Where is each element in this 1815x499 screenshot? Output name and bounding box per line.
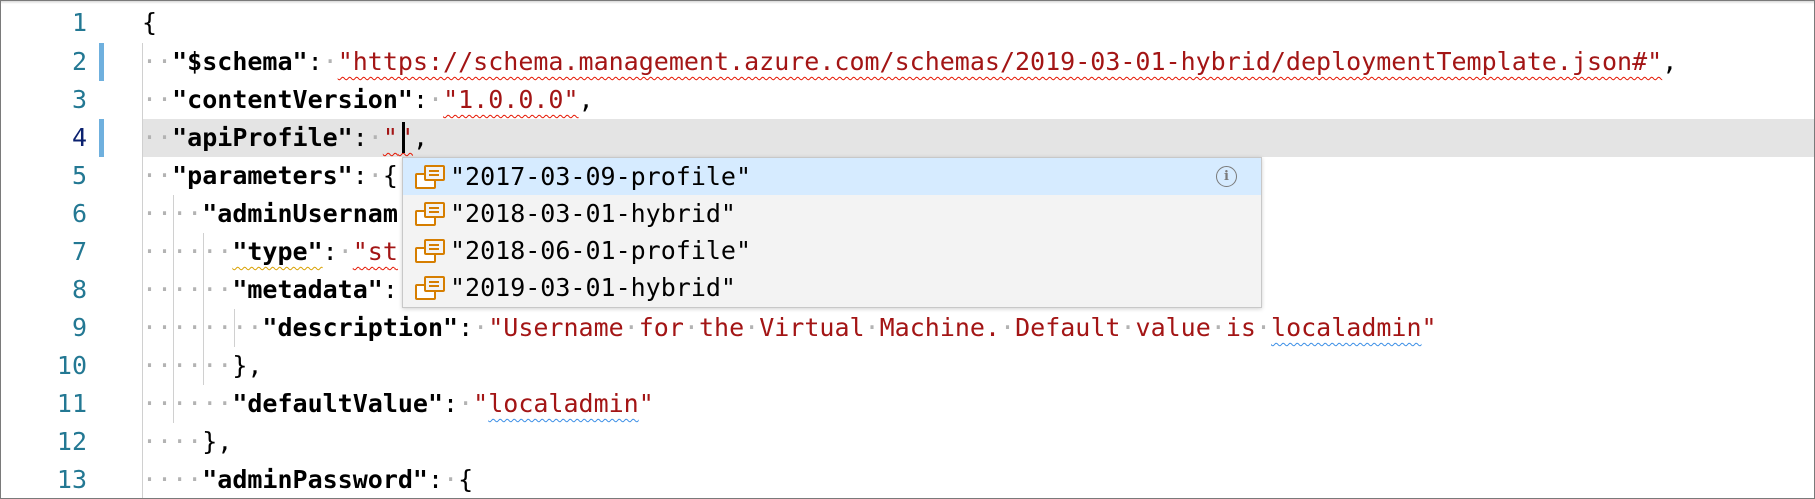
suggestion-label: "2017-03-09-profile" (450, 162, 752, 191)
line-number: 6 (71, 199, 87, 228)
line-number: 12 (56, 427, 87, 456)
autocomplete-suggestions[interactable]: "2017-03-09-profile" i "2018-03-01-hybri… (402, 157, 1262, 308)
line-number: 5 (71, 161, 87, 190)
code-line[interactable]: ··"parameters":·{ (142, 157, 398, 195)
suggestion-item[interactable]: "2019-03-01-hybrid" (403, 269, 1261, 306)
code-line[interactable]: { (142, 4, 157, 42)
value-icon (415, 274, 445, 302)
line-number: 8 (71, 275, 87, 304)
line-number: 9 (71, 313, 87, 342)
code-line[interactable]: ······"metadata": (142, 271, 398, 309)
value-icon (415, 237, 445, 265)
suggestion-item[interactable]: "2017-03-09-profile" i (403, 158, 1261, 195)
value-icon (415, 163, 445, 191)
code-line[interactable]: ····"adminPassword":·{ (142, 461, 473, 498)
code-line[interactable]: ······"defaultValue":·"localadmin" (142, 385, 654, 423)
code-line[interactable]: ····"adminUsernam (142, 195, 398, 233)
modified-line-marker[interactable] (99, 119, 104, 157)
line-number: 2 (71, 47, 87, 76)
code-editor[interactable]: 1 2 3 4 5 6 7 8 9 10 11 12 13 { ··"$sche… (0, 0, 1815, 499)
line-number: 13 (56, 465, 87, 494)
line-number: 3 (71, 85, 87, 114)
scroll-shadow (1, 1, 1814, 4)
line-number: 1 (71, 8, 87, 37)
suggestion-label: "2019-03-01-hybrid" (450, 273, 736, 302)
suggestion-label: "2018-03-01-hybrid" (450, 199, 736, 228)
code-line[interactable]: ··"$schema":·"https://schema.management.… (142, 43, 1677, 81)
code-line[interactable]: ······}, (142, 347, 262, 385)
code-line[interactable]: ··"contentVersion":·"1.0.0.0", (142, 81, 594, 119)
value-icon (415, 200, 445, 228)
line-number-active: 4 (71, 123, 87, 152)
info-icon[interactable]: i (1216, 166, 1237, 187)
modified-line-marker[interactable] (99, 43, 104, 81)
suggestion-label: "2018-06-01-profile" (450, 236, 752, 265)
suggestion-item[interactable]: "2018-03-01-hybrid" (403, 195, 1261, 232)
line-number: 10 (56, 351, 87, 380)
line-number: 7 (71, 237, 87, 266)
code-line[interactable]: ····}, (142, 423, 232, 461)
line-number: 11 (56, 389, 87, 418)
code-line[interactable]: ······"type":·"st (142, 233, 398, 271)
code-line[interactable]: ········"description":·"Username·for·the… (142, 309, 1437, 347)
suggestion-item[interactable]: "2018-06-01-profile" (403, 232, 1261, 269)
code-line-active[interactable]: ··"apiProfile":·"", (142, 119, 428, 157)
text-cursor (402, 122, 405, 153)
